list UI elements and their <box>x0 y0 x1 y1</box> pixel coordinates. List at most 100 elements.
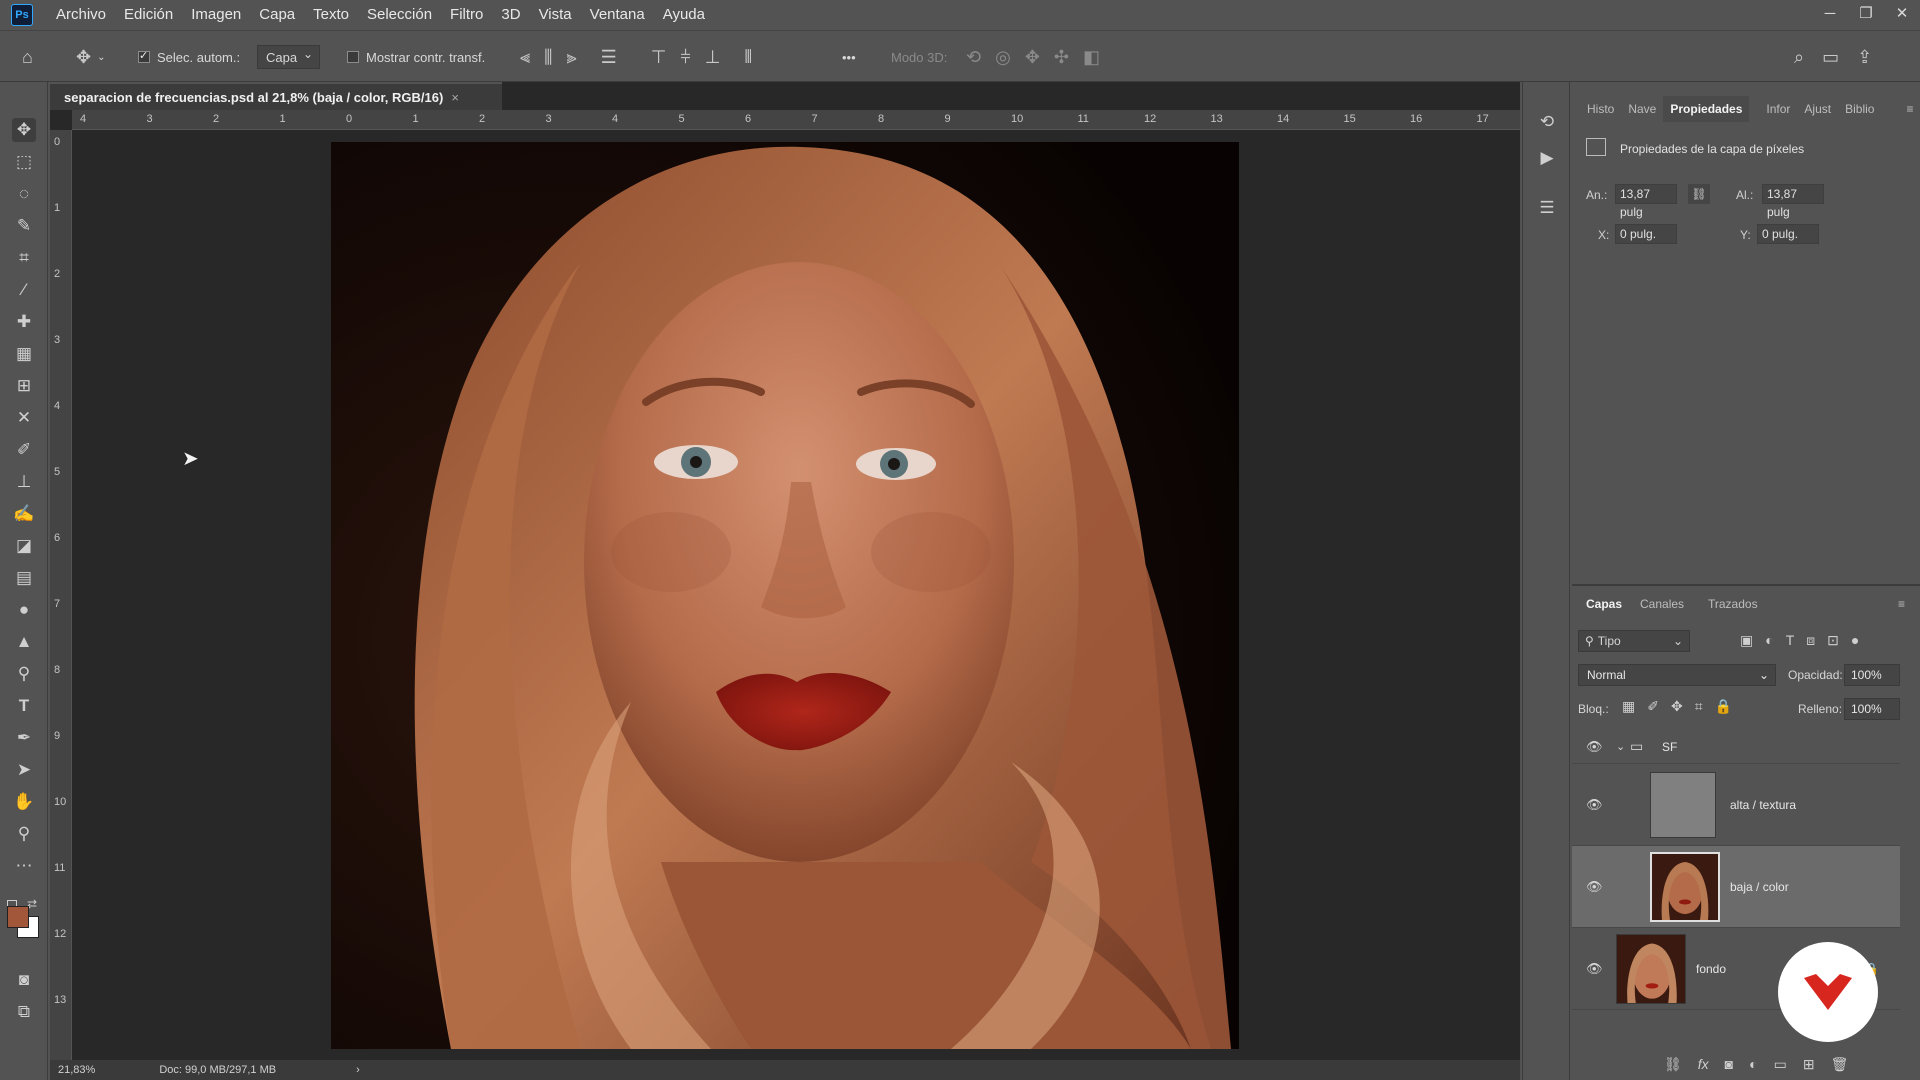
menu-ayuda[interactable]: Ayuda <box>654 0 714 30</box>
auto-select-checkbox[interactable]: Selec. autom.: <box>138 31 240 83</box>
new-layer-icon[interactable]: ⊞ <box>1803 1056 1815 1073</box>
status-menu-arrow[interactable]: › <box>356 1064 360 1076</box>
fill-field[interactable]: 100% <box>1844 698 1900 720</box>
close-button[interactable]: ✕ <box>1884 0 1920 26</box>
height-field[interactable]: 13,87 pulg <box>1762 184 1824 219</box>
portrait-image[interactable] <box>331 142 1239 1049</box>
actions-play-icon[interactable]: ▶ <box>1535 146 1559 170</box>
menu-ventana[interactable]: Ventana <box>581 0 654 30</box>
align-right-icon[interactable]: ⫸ <box>566 47 576 68</box>
screen-mode-icon[interactable]: ⧉ <box>12 1000 36 1024</box>
filter-toggle-icon[interactable]: ● <box>1851 632 1859 649</box>
minimize-button[interactable]: ─ <box>1812 0 1848 26</box>
menu-filtro[interactable]: Filtro <box>441 0 492 30</box>
tab-trazados[interactable]: Trazados <box>1702 592 1764 616</box>
lasso-tool-icon[interactable]: ◌ <box>12 182 36 206</box>
align-bottom-icon[interactable]: ⊥ <box>705 47 721 68</box>
healing-brush-tool-icon[interactable]: ✚ <box>12 310 36 334</box>
eye-icon[interactable]: 👁 <box>1586 879 1603 895</box>
filter-pixel-icon[interactable]: ▣ <box>1740 632 1753 649</box>
share-icon[interactable]: ⇪ <box>1857 47 1872 68</box>
layers-menu-icon[interactable]: ≡ <box>1892 592 1911 616</box>
move-tool-preset-icon[interactable]: ✥ ⌄ <box>76 31 105 83</box>
eye-icon[interactable]: 👁 <box>1586 961 1603 977</box>
zoom-level[interactable]: 21,83% <box>58 1064 95 1076</box>
align-top-icon[interactable]: ⊤ <box>651 47 667 68</box>
layer-row-alta-textura[interactable]: 👁 alta / textura <box>1572 764 1900 846</box>
lock-artboard-icon[interactable]: ⌗ <box>1695 698 1703 715</box>
type-tool-icon[interactable]: T <box>12 694 36 718</box>
blend-mode-dropdown[interactable]: Normal ⌄ <box>1578 664 1776 686</box>
filter-type-icon[interactable]: T <box>1786 632 1795 649</box>
menu-edicion[interactable]: Edición <box>115 0 182 30</box>
menu-imagen[interactable]: Imagen <box>182 0 250 30</box>
pen-tool-icon[interactable]: ✒ <box>12 726 36 750</box>
document-tab[interactable]: separacion de frecuencias.psd al 21,8% (… <box>50 82 502 110</box>
panel-menu-icon[interactable]: ≡ <box>1899 96 1920 122</box>
marquee-tool-icon[interactable]: ⬚ <box>12 150 36 174</box>
blur-tool-icon[interactable]: ● <box>12 598 36 622</box>
brush-tool-icon[interactable]: ✐ <box>12 438 36 462</box>
lock-pixels-icon[interactable]: ✐ <box>1647 698 1659 715</box>
filter-shape-icon[interactable]: ⧈ <box>1806 632 1815 649</box>
orbit-3d-icon[interactable]: ⟲ <box>966 47 981 68</box>
width-field[interactable]: 13,87 pulg <box>1615 184 1677 219</box>
x-field[interactable]: 0 pulg. <box>1615 224 1677 244</box>
crop-tool-icon[interactable]: ⌗ <box>12 246 36 270</box>
sharpen-tool-icon[interactable]: ▲ <box>12 630 36 654</box>
properties-panel-icon[interactable]: ☰ <box>1535 196 1559 220</box>
tab-bibliotecas[interactable]: Biblio <box>1838 96 1881 122</box>
quick-select-tool-icon[interactable]: ✎ <box>12 214 36 238</box>
opacity-field[interactable]: 100% <box>1844 664 1900 686</box>
more-tools-icon[interactable]: ⋯ <box>12 854 36 878</box>
dodge-tool-icon[interactable]: ⚲ <box>12 662 36 686</box>
distribute-vertical-icon[interactable]: ⫴ <box>744 47 752 68</box>
workspace-icon[interactable]: ▭ <box>1822 47 1839 68</box>
patch-tool-icon[interactable]: ▦ <box>12 342 36 366</box>
layer-filter-dropdown[interactable]: ⚲ Tipo ⌄ <box>1578 630 1690 652</box>
lock-all-icon[interactable]: 🔒 <box>1715 698 1732 715</box>
menu-texto[interactable]: Texto <box>304 0 358 30</box>
tab-propiedades[interactable]: Propiedades <box>1663 96 1750 122</box>
show-transform-checkbox[interactable]: Mostrar contr. transf. <box>347 31 485 83</box>
align-center-icon[interactable]: ⫼ <box>544 47 552 68</box>
tab-capas[interactable]: Capas <box>1580 592 1628 616</box>
eyedropper-tool-icon[interactable]: ⁄ <box>12 278 36 302</box>
filter-smart-object-icon[interactable]: ⊡ <box>1827 632 1839 649</box>
content-aware-move-tool-icon[interactable]: ✕ <box>12 406 36 430</box>
distribute-icon[interactable]: ☰ <box>601 47 617 68</box>
menu-3d[interactable]: 3D <box>492 0 529 30</box>
chevron-down-icon[interactable]: ⌄ <box>1616 740 1625 753</box>
clone-stamp-tool-icon[interactable]: ⊥ <box>12 470 36 494</box>
link-layers-icon[interactable]: ⛓ <box>1664 1056 1682 1073</box>
filter-adjustment-icon[interactable]: ◐ <box>1765 632 1773 649</box>
search-icon[interactable]: ⌕ <box>1794 47 1804 68</box>
menu-capa[interactable]: Capa <box>250 0 304 30</box>
delete-layer-icon[interactable]: 🗑 <box>1831 1056 1849 1073</box>
quick-mask-icon[interactable]: ◙ <box>12 968 36 992</box>
auto-select-dropdown[interactable]: Capa <box>257 31 321 83</box>
lock-transparent-icon[interactable]: ▦ <box>1622 698 1635 715</box>
path-selection-tool-icon[interactable]: ➤ <box>12 758 36 782</box>
add-mask-icon[interactable]: ◙ <box>1725 1056 1733 1073</box>
home-icon[interactable]: ⌂ <box>22 31 33 83</box>
move-tool-icon[interactable]: ✥ <box>12 118 36 142</box>
tab-ajustes[interactable]: Ajust <box>1797 96 1838 122</box>
zoom-tool-icon[interactable]: ⚲ <box>12 822 36 846</box>
hand-tool-icon[interactable]: ✋ <box>12 790 36 814</box>
align-left-icon[interactable]: ⫷ <box>520 47 530 68</box>
tab-informacion[interactable]: Infor <box>1759 96 1797 122</box>
camera-3d-icon[interactable]: ◧ <box>1083 47 1100 68</box>
close-tab-icon[interactable]: × <box>451 90 459 105</box>
eraser-tool-icon[interactable]: ◪ <box>12 534 36 558</box>
adjustment-layer-icon[interactable]: ◐ <box>1749 1056 1757 1073</box>
tab-navegador[interactable]: Nave <box>1621 96 1663 122</box>
layer-group-row[interactable]: 👁 ⌄ ▭ SF <box>1572 730 1900 764</box>
fx-icon[interactable]: fx <box>1698 1056 1709 1073</box>
new-group-icon[interactable]: ▭ <box>1774 1056 1787 1073</box>
y-field[interactable]: 0 pulg. <box>1757 224 1819 244</box>
menu-seleccion[interactable]: Selección <box>358 0 441 30</box>
eye-icon[interactable]: 👁 <box>1586 797 1603 813</box>
gradient-tool-icon[interactable]: ▤ <box>12 566 36 590</box>
frame-tool-icon[interactable]: ⊞ <box>12 374 36 398</box>
